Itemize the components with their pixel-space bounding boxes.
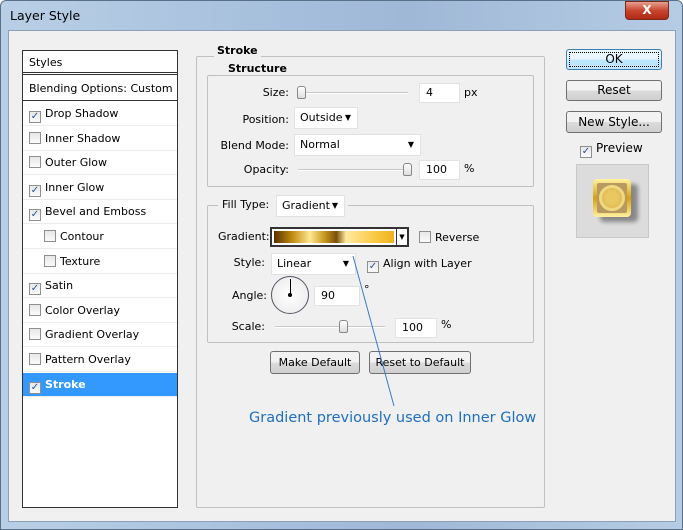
checkbox-icon[interactable]: ✓ (580, 146, 592, 158)
reset-button[interactable]: Reset (566, 80, 662, 101)
preview-label: Preview (596, 141, 643, 155)
preview-swatch (593, 179, 631, 217)
annotation-text: Gradient previously used on Inner Glow (249, 410, 537, 426)
annotation-line (352, 255, 395, 407)
preview-thumbnail (576, 164, 649, 238)
preview-checkbox[interactable]: ✓ Preview (580, 141, 643, 158)
ok-button[interactable]: OK (566, 49, 662, 70)
new-style-button[interactable]: New Style... (566, 111, 662, 133)
